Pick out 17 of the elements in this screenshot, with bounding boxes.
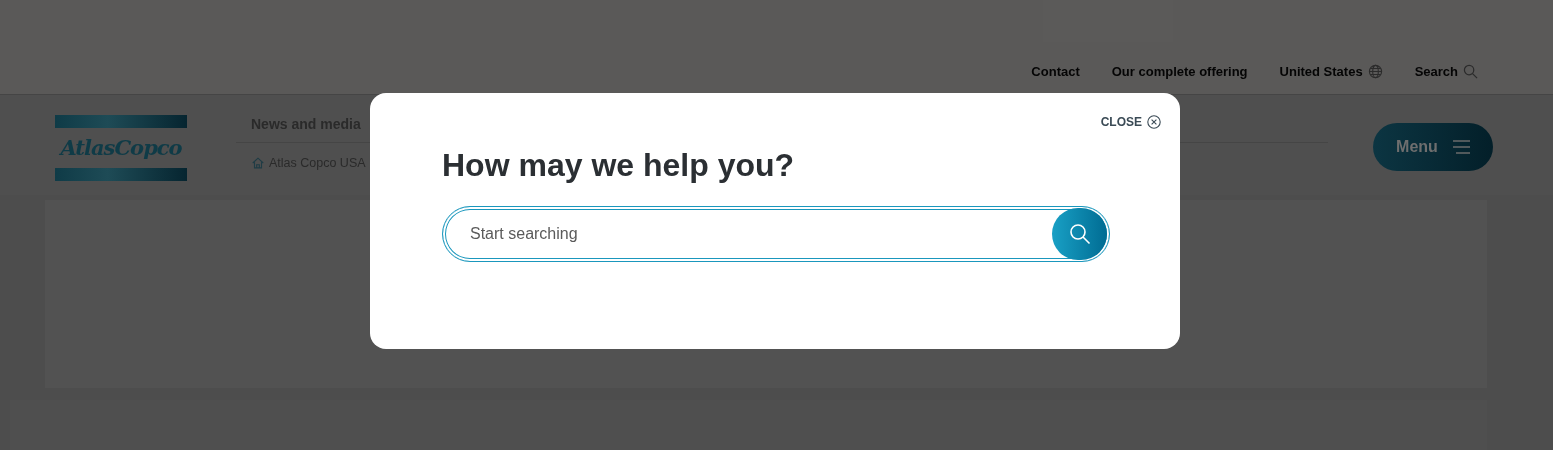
utility-link[interactable]: Contact <box>1031 64 1080 79</box>
search-icon <box>1068 223 1091 245</box>
utility-link[interactable]: Search <box>1414 64 1478 79</box>
search-button[interactable] <box>1052 208 1107 260</box>
search-icon <box>1463 64 1478 79</box>
menu-icon <box>1451 139 1470 155</box>
logo[interactable]: AtlasCopco <box>55 115 187 181</box>
close-button[interactable]: CLOSE <box>1100 115 1161 129</box>
utility-link[interactable]: Our complete offering <box>1111 64 1248 79</box>
dialog-title: How may we help you? <box>442 146 796 185</box>
globe-icon <box>1367 64 1383 79</box>
search-bar[interactable]: Start searching <box>442 206 1110 262</box>
home-icon <box>251 156 265 170</box>
utility-link[interactable]: United States <box>1279 64 1383 79</box>
menu-button[interactable]: Menu <box>1373 123 1493 171</box>
close-icon <box>1147 115 1161 129</box>
search-field[interactable]: Start searching <box>468 224 1052 244</box>
